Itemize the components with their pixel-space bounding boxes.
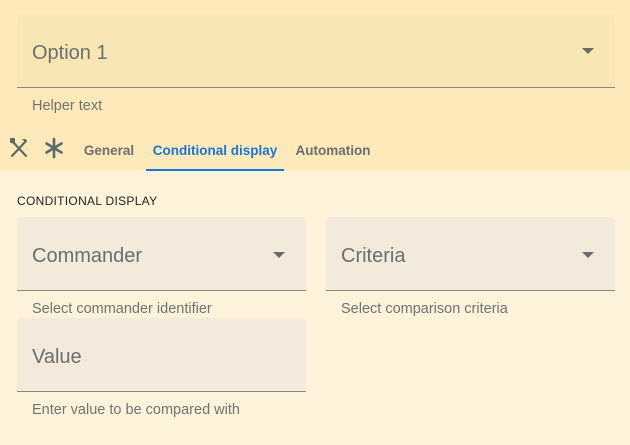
asterisk-icon[interactable] [44, 137, 64, 164]
tab-automation[interactable]: Automation [290, 130, 376, 171]
chevron-down-icon [582, 48, 594, 54]
criteria-helper-text: Select comparison criteria [341, 301, 508, 317]
active-tab-indicator [146, 169, 284, 171]
option-select-value: Option 1 [32, 42, 108, 64]
criteria-select-label: Criteria [341, 245, 406, 267]
tab-general[interactable]: General [78, 130, 140, 171]
option-helper-text: Helper text [32, 98, 103, 114]
section-title: CONDITIONAL DISPLAY [17, 194, 158, 208]
commander-helper-text: Select commander identifier [32, 301, 212, 317]
chevron-down-icon [582, 252, 594, 258]
value-input[interactable]: Value [17, 318, 306, 392]
value-helper-text: Enter value to be compared with [32, 402, 240, 418]
commander-select[interactable]: Commander [17, 217, 306, 291]
chevron-down-icon [273, 252, 285, 258]
option-select[interactable]: Option 1 [17, 15, 615, 88]
tab-conditional-display[interactable]: Conditional display [146, 130, 284, 171]
criteria-select[interactable]: Criteria [326, 217, 615, 291]
tools-icon[interactable] [9, 137, 29, 164]
value-input-label: Value [32, 346, 82, 368]
commander-select-label: Commander [32, 245, 143, 267]
